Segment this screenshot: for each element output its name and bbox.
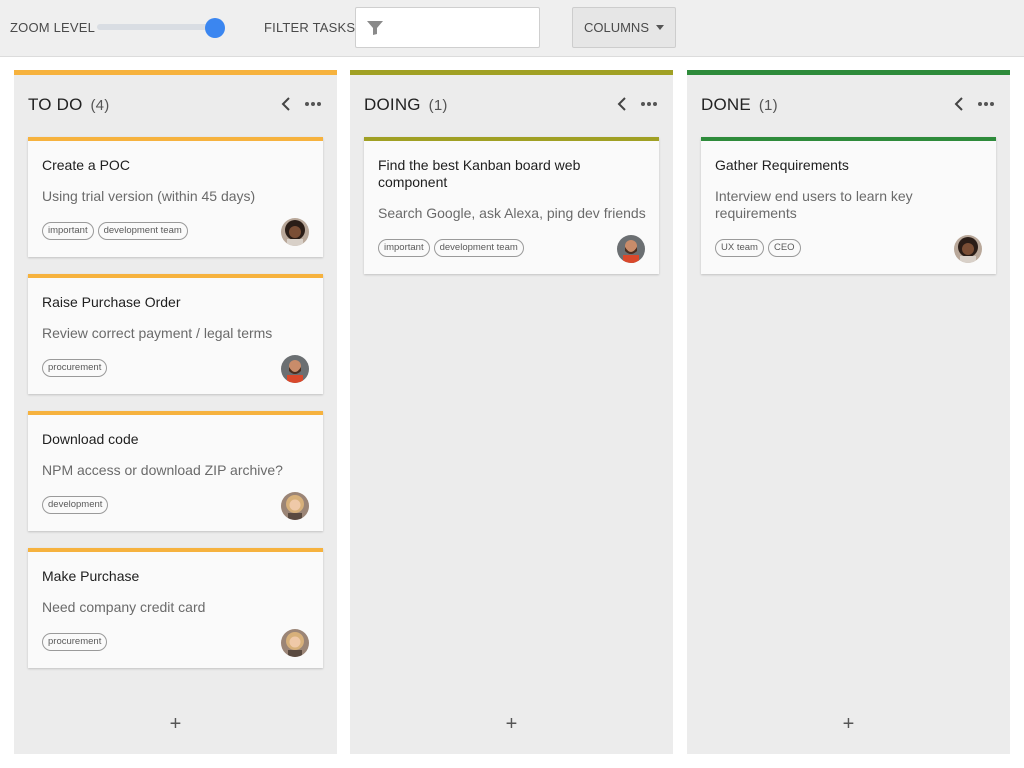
tag[interactable]: important <box>42 222 94 240</box>
column-title: TO DO <box>28 95 83 114</box>
card-description: NPM access or download ZIP archive? <box>42 462 283 478</box>
card-title: Make Purchase <box>42 568 140 584</box>
task-card[interactable]: Download code NPM access or download ZIP… <box>28 411 323 531</box>
more-horizontal-icon[interactable] <box>305 102 321 106</box>
add-card-button[interactable]: + <box>14 714 337 734</box>
tag[interactable]: development team <box>97 222 188 240</box>
add-card-button[interactable]: + <box>687 714 1010 734</box>
filter-tasks-field[interactable] <box>355 7 540 48</box>
card-tags: procurement <box>42 633 108 651</box>
avatar[interactable] <box>281 629 309 657</box>
task-card[interactable]: Create a POC Using trial version (within… <box>28 137 323 257</box>
card-description: Interview end users to learn key require… <box>715 188 913 221</box>
card-title: Gather Requirements <box>715 157 849 173</box>
card-tags: UX team CEO <box>715 239 801 257</box>
tag[interactable]: procurement <box>42 359 108 377</box>
add-card-button[interactable]: + <box>350 714 673 734</box>
task-card[interactable]: Make Purchase Need company credit card p… <box>28 548 323 668</box>
card-description: Need company credit card <box>42 599 206 615</box>
zoom-slider-track[interactable] <box>97 24 217 30</box>
column-count: (1) <box>758 97 778 114</box>
tag[interactable]: procurement <box>42 633 108 651</box>
columns-button[interactable]: COLUMNS <box>572 7 676 48</box>
column-count: (1) <box>428 97 448 114</box>
card-description: Review correct payment / legal terms <box>42 325 273 341</box>
zoom-level-label: ZOOM LEVEL <box>10 20 96 35</box>
avatar[interactable] <box>954 235 982 263</box>
card-tags: procurement <box>42 359 108 377</box>
column-doing: DOING (1) Find the best Kanban board web… <box>350 70 673 754</box>
columns-button-label: COLUMNS <box>583 20 649 35</box>
column-header: DONE (1) <box>701 95 778 115</box>
funnel-icon <box>367 21 383 35</box>
card-title: Find the best Kanban board web component <box>378 157 581 190</box>
column-title: DOING <box>364 95 421 114</box>
avatar[interactable] <box>617 235 645 263</box>
card-description: Search Google, ask Alexa, ping dev frien… <box>378 205 646 221</box>
more-horizontal-icon[interactable] <box>641 102 657 106</box>
avatar[interactable] <box>281 355 309 383</box>
more-horizontal-icon[interactable] <box>978 102 994 106</box>
card-title: Raise Purchase Order <box>42 294 181 310</box>
tag[interactable]: CEO <box>767 239 801 257</box>
task-card[interactable]: Gather Requirements Interview end users … <box>701 137 996 274</box>
chevron-left-icon[interactable] <box>953 96 965 112</box>
task-card[interactable]: Find the best Kanban board web component… <box>364 137 659 274</box>
column-header: TO DO (4) <box>28 95 109 115</box>
tag[interactable]: important <box>378 239 430 257</box>
card-title: Download code <box>42 431 139 447</box>
column-title: DONE <box>701 95 751 114</box>
card-tags: development <box>42 496 109 514</box>
card-description: Using trial version (within 45 days) <box>42 188 256 204</box>
caret-down-icon <box>656 25 664 30</box>
card-title: Create a POC <box>42 157 130 173</box>
avatar[interactable] <box>281 492 309 520</box>
column-count: (4) <box>90 97 110 114</box>
chevron-left-icon[interactable] <box>616 96 628 112</box>
toolbar: ZOOM LEVEL FILTER TASKS COLUMNS <box>0 0 1024 57</box>
filter-tasks-input[interactable] <box>392 8 537 47</box>
column-todo: TO DO (4) Create a POC Using trial versi… <box>14 70 337 754</box>
task-card[interactable]: Raise Purchase Order Review correct paym… <box>28 274 323 394</box>
chevron-left-icon[interactable] <box>280 96 292 112</box>
column-done: DONE (1) Gather Requirements Interview e… <box>687 70 1010 754</box>
tag[interactable]: UX team <box>715 239 764 257</box>
filter-tasks-label: FILTER TASKS <box>264 20 356 35</box>
avatar[interactable] <box>281 218 309 246</box>
card-tags: important development team <box>378 239 524 257</box>
tag[interactable]: development <box>42 496 109 514</box>
zoom-slider-thumb[interactable] <box>205 18 225 38</box>
column-header: DOING (1) <box>364 95 448 115</box>
card-tags: important development team <box>42 222 188 240</box>
tag[interactable]: development team <box>433 239 524 257</box>
